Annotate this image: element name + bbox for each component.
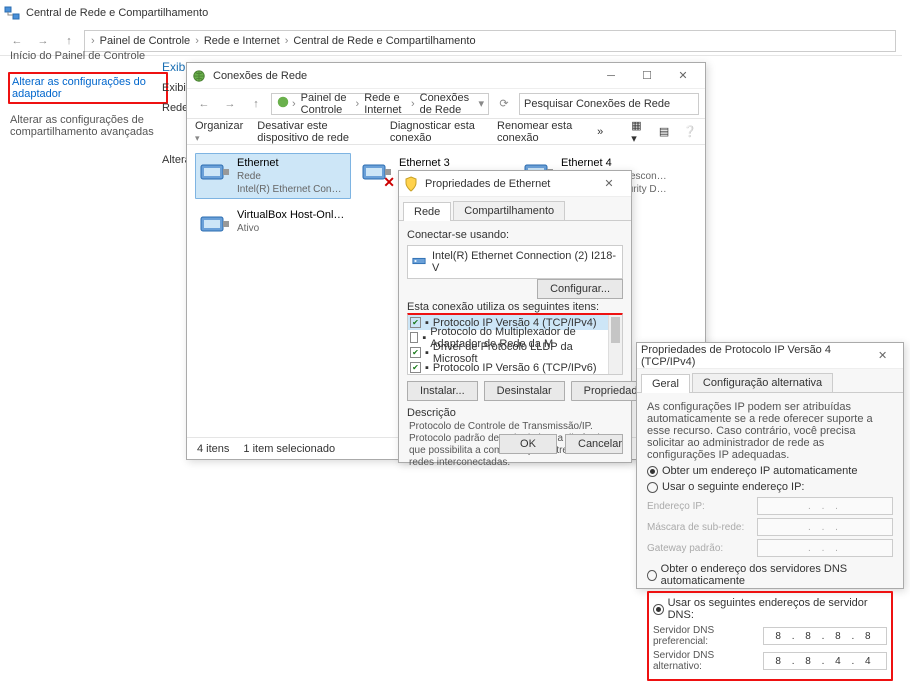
nc-forward-button[interactable]: → [219,93,241,115]
tab-general[interactable]: Geral [641,374,690,393]
cp-title: Central de Rede e Compartilhamento [26,7,208,19]
protocol-icon: ▪ [425,362,429,374]
adapter-settings-link[interactable]: Alterar as configurações do adaptador [8,72,168,104]
close-button[interactable]: ✕ [665,64,701,88]
checkbox[interactable] [410,317,421,328]
nc-toolbar: Organizar Desativar este dispositivo de … [187,119,705,145]
ip-intro: As configurações IP podem ser atribuídas… [647,401,893,461]
ep-close-button[interactable]: ✕ [591,172,627,196]
nc-back-button[interactable]: ← [193,93,215,115]
tab-network[interactable]: Rede [403,202,451,221]
disable-device-button[interactable]: Desativar este dispositivo de rede [257,120,376,144]
checkbox[interactable] [410,347,421,358]
ip-address-input: . . . [757,497,893,515]
cp-home-link[interactable]: Início do Painel de Controle [8,48,168,64]
ip-close-button[interactable]: ✕ [866,344,899,368]
protocol-item[interactable]: ▪Protocolo IP Versão 6 (TCP/IPv6) [408,360,622,375]
rename-button[interactable]: Renomear esta conexão [497,120,583,144]
selection-count: 1 item selecionado [243,443,335,455]
protocol-icon: ▪ [425,317,429,329]
protocol-icon: ▪ [425,347,429,359]
organize-menu[interactable]: Organizar [195,120,243,144]
minimize-button[interactable]: ─ [593,64,629,88]
radio-auto-ip[interactable] [647,466,658,477]
dns2-input[interactable]: 8 . 8 . 4 . 4 [763,652,887,670]
checkbox[interactable] [410,362,421,373]
radio-manual-dns[interactable] [653,604,664,615]
gateway-input: . . . [757,539,893,557]
disconnected-icon: ✕ [383,174,395,191]
adapter-icon [199,157,231,189]
ip-title: Propriedades de Protocolo IP Versão 4 (T… [641,344,866,368]
shield-icon [403,176,419,192]
help-icon[interactable]: ❔ [683,125,697,138]
nc-up-button[interactable]: ↑ [245,93,267,115]
item-count: 4 itens [197,443,229,455]
view-icon[interactable]: ▦ ▾ [631,119,645,145]
network-icon [4,5,20,21]
adapter-ethernet[interactable]: EthernetRedeIntel(R) Ethernet Connectio.… [195,153,351,199]
sharing-settings-link[interactable]: Alterar as configurações de compartilham… [8,112,168,140]
connect-using-label: Conectar-se usando: [407,229,623,241]
radio-manual-ip[interactable] [647,482,658,493]
configure-button[interactable]: Configurar... [537,279,623,299]
refresh-button[interactable]: ⟳ [493,93,515,115]
dns1-input[interactable]: 8 . 8 . 8 . 8 [763,627,887,645]
tab-alternate[interactable]: Configuração alternativa [692,373,833,392]
diagnose-button[interactable]: Diagnosticar esta conexão [390,120,483,144]
radio-auto-dns[interactable] [647,570,657,581]
tab-sharing[interactable]: Compartilhamento [453,201,565,220]
uninstall-button[interactable]: Desinstalar [484,381,565,401]
install-button[interactable]: Instalar... [407,381,478,401]
subnet-input: . . . [757,518,893,536]
nc-title: Conexões de Rede [213,70,307,82]
maximize-button[interactable]: ☐ [629,64,665,88]
nic-icon [412,254,426,271]
ep-title: Propriedades de Ethernet [425,178,550,190]
adapter-virtualbox-host-only-network[interactable]: VirtualBox Host-Only NetworkAtivo [195,205,351,251]
globe-icon [276,95,290,112]
cancel-button[interactable]: Cancelar [565,434,623,454]
ok-button[interactable]: OK [499,434,557,454]
cp-breadcrumb[interactable]: ›Painel de Controle ›Rede e Internet ›Ce… [84,30,896,52]
adapter-icon: ✕ [361,157,393,189]
nic-display: Intel(R) Ethernet Connection (2) I218-V [407,245,623,279]
adapter-icon [199,209,231,241]
preview-icon[interactable]: ▤ [659,125,669,138]
checkbox[interactable] [410,332,418,343]
more-button[interactable]: » [597,126,603,138]
items-label: Esta conexão utiliza os seguintes itens: [407,301,623,313]
scrollbar[interactable] [608,315,622,374]
protocol-icon: ▪ [422,332,426,344]
globe-icon [191,68,207,84]
cp-titlebar: Central de Rede e Compartilhamento [0,0,902,26]
search-input[interactable]: Pesquisar Conexões de Rede [519,93,699,115]
protocol-item[interactable]: ▪Driver de Protocolo LLDP da Microsoft [408,345,622,360]
protocol-list[interactable]: ▪Protocolo IP Versão 4 (TCP/IPv4)▪Protoc… [407,313,623,375]
nc-breadcrumb[interactable]: ›Painel de Controle ›Rede e Internet ›Co… [271,93,489,115]
